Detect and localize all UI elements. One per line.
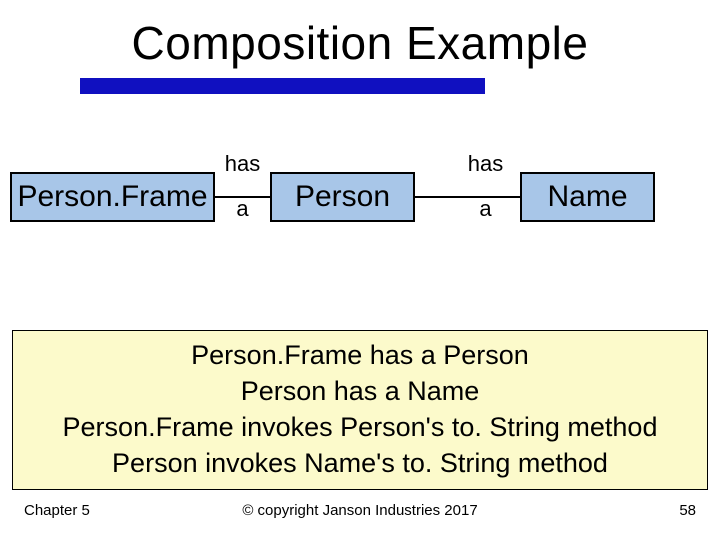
slide: Composition Example has a has a Person.F…	[0, 0, 720, 540]
link-2-label-top: has	[458, 153, 513, 175]
body-line-1: Person.Frame has a Person	[191, 337, 529, 373]
body-text-box: Person.Frame has a Person Person has a N…	[12, 330, 708, 490]
link-1-label-top: has	[220, 153, 265, 175]
title-underline	[80, 78, 485, 94]
footer-center: © copyright Janson Industries 2017	[0, 502, 720, 519]
slide-title: Composition Example	[0, 16, 720, 70]
body-line-2: Person has a Name	[241, 373, 480, 409]
footer: Chapter 5 © copyright Janson Industries …	[0, 502, 720, 522]
footer-right: 58	[679, 502, 696, 519]
link-1-label-bottom: a	[220, 198, 265, 220]
composition-diagram: has a has a Person.Frame Person Name	[0, 172, 720, 232]
body-line-4: Person invokes Name's to. String method	[112, 445, 608, 481]
body-line-3: Person.Frame invokes Person's to. String…	[63, 409, 658, 445]
box-name: Name	[520, 172, 655, 222]
link-2-label-bottom: a	[458, 198, 513, 220]
box-person: Person	[270, 172, 415, 222]
box-person-frame: Person.Frame	[10, 172, 215, 222]
